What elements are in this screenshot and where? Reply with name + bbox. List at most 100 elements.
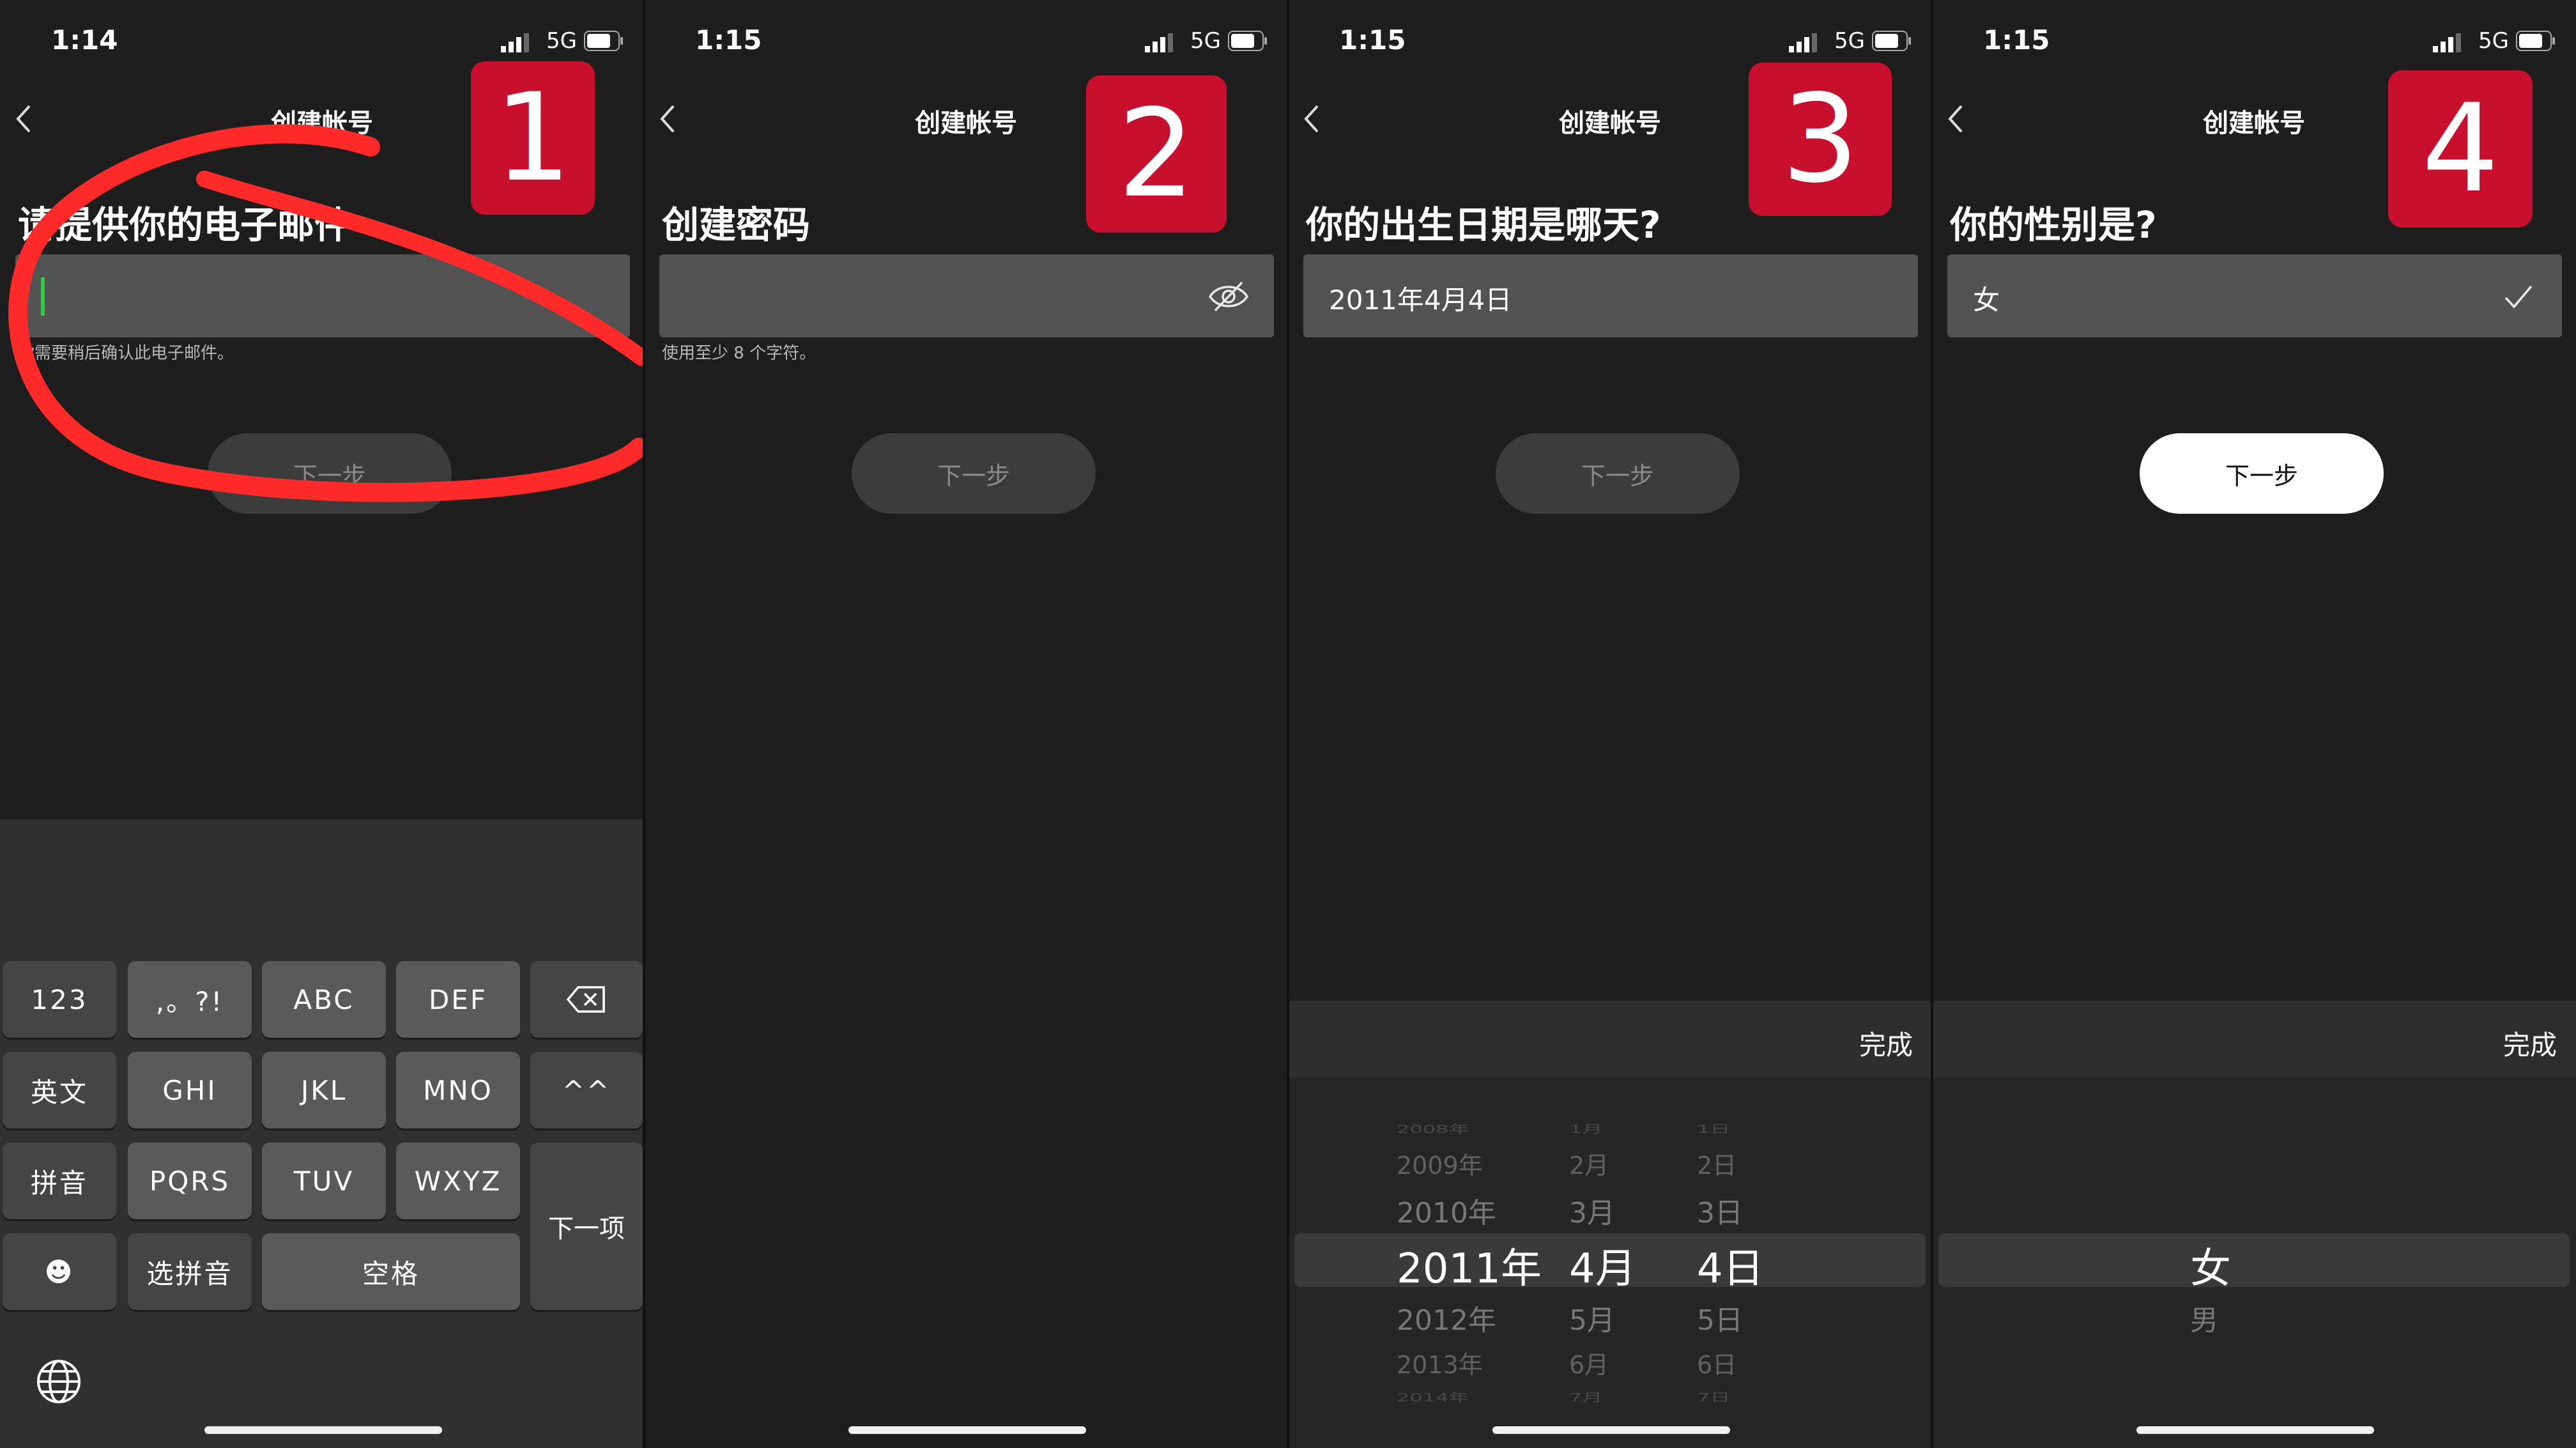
status-bar: 1:15 5G bbox=[1932, 24, 2576, 60]
signal-icon bbox=[2433, 33, 2461, 52]
status-time: 1:15 bbox=[1339, 24, 1406, 56]
day-option[interactable]: 2日 bbox=[1697, 1146, 1736, 1181]
email-hint: 你需要稍后确认此电子邮件。 bbox=[18, 344, 234, 363]
birthdate-value: 2011年4月4日 bbox=[1329, 284, 1512, 316]
day-option[interactable]: 1日 bbox=[1697, 1120, 1730, 1136]
month-option[interactable]: 3月 bbox=[1569, 1190, 1615, 1231]
day-option[interactable]: 4日 bbox=[1697, 1236, 1764, 1295]
status-time: 1:15 bbox=[695, 24, 762, 56]
next-button[interactable]: 下一步 bbox=[1496, 433, 1740, 514]
key-emoji[interactable]: ☻ bbox=[3, 1233, 116, 1310]
eye-slash-icon[interactable] bbox=[1208, 279, 1250, 314]
globe-icon[interactable] bbox=[33, 1356, 84, 1407]
key-mno[interactable]: MNO bbox=[396, 1052, 520, 1128]
question-heading: 你的性别是? bbox=[1950, 203, 2157, 247]
battery-icon bbox=[584, 31, 623, 51]
key-jkl[interactable]: JKL bbox=[262, 1052, 386, 1128]
done-button[interactable]: 完成 bbox=[1859, 1024, 1913, 1063]
gender-input[interactable]: 女 bbox=[1947, 254, 2562, 337]
year-option[interactable]: 2013年 bbox=[1397, 1345, 1483, 1380]
key-abc[interactable]: ABC bbox=[262, 961, 386, 1038]
gender-option[interactable]: 男 bbox=[2190, 1297, 2218, 1338]
key-def[interactable]: DEF bbox=[396, 961, 520, 1038]
key-emoticon[interactable]: ^^ bbox=[530, 1052, 643, 1128]
checkmark-icon bbox=[2504, 285, 2533, 309]
gender-wheel[interactable]: 女男 bbox=[2190, 1001, 2318, 1448]
day-option[interactable]: 3日 bbox=[1697, 1190, 1743, 1231]
key-123[interactable]: 123 bbox=[3, 961, 116, 1038]
next-button[interactable]: 下一步 bbox=[852, 433, 1096, 514]
month-option[interactable]: 6月 bbox=[1569, 1345, 1609, 1380]
month-option[interactable]: 2月 bbox=[1569, 1146, 1609, 1181]
next-button[interactable]: 下一步 bbox=[208, 433, 452, 514]
key-pqrs[interactable]: PQRS bbox=[128, 1143, 252, 1219]
key-delete[interactable] bbox=[530, 961, 643, 1038]
signal-icon bbox=[1145, 33, 1173, 52]
birthdate-input[interactable]: 2011年4月4日 bbox=[1303, 254, 1918, 337]
password-input[interactable] bbox=[659, 254, 1274, 337]
panel-password-step: 1:15 5G 创建帐号 2 创建密码 使用至少 8 个字符。 下一步 bbox=[644, 0, 1288, 1448]
panel-divider bbox=[643, 0, 645, 1448]
signal-icon bbox=[501, 33, 529, 52]
step-badge: 2 bbox=[1086, 75, 1227, 233]
year-wheel[interactable]: 2008年 2009年 2010年 2011年 2012年 2013年 2014年 bbox=[1397, 1001, 1542, 1448]
day-wheel[interactable]: 1日 2日 3日 4日 5日 6日 7日 bbox=[1697, 1001, 1786, 1448]
gender-picker: 完成 女男 bbox=[1932, 1001, 2576, 1448]
signal-icon bbox=[1789, 33, 1817, 52]
ios-keyboard: 123 ,。?! ABC DEF 英文 GHI JKL MNO ^^ 拼音 PQ… bbox=[0, 819, 644, 1448]
panel-email-step: 1:14 5G 创建帐号 1 请提供你的电子邮件 你需要稍后确认此电子邮件。 下… bbox=[0, 0, 644, 1448]
battery-icon bbox=[1228, 31, 1267, 51]
year-option[interactable]: 2010年 bbox=[1397, 1190, 1496, 1231]
password-hint: 使用至少 8 个字符。 bbox=[662, 344, 816, 363]
month-option[interactable]: 7月 bbox=[1569, 1389, 1602, 1405]
gender-option[interactable]: 女 bbox=[2190, 1236, 2231, 1295]
key-space[interactable]: 空格 bbox=[262, 1233, 520, 1310]
year-option[interactable]: 2012年 bbox=[1397, 1297, 1496, 1338]
home-indicator bbox=[848, 1426, 1086, 1434]
question-heading: 创建密码 bbox=[662, 203, 811, 247]
key-punctuation[interactable]: ,。?! bbox=[128, 961, 252, 1038]
key-select-pinyin[interactable]: 选拼音 bbox=[128, 1233, 252, 1310]
panel-divider bbox=[1287, 0, 1289, 1448]
step-badge: 3 bbox=[1749, 63, 1892, 216]
key-pinyin[interactable]: 拼音 bbox=[3, 1143, 116, 1219]
question-heading: 请提供你的电子邮件 bbox=[18, 203, 352, 247]
backspace-icon bbox=[566, 986, 605, 1013]
key-ghi[interactable]: GHI bbox=[128, 1052, 252, 1128]
email-input[interactable] bbox=[15, 254, 630, 337]
done-button[interactable]: 完成 bbox=[2503, 1024, 2557, 1063]
home-indicator bbox=[1492, 1426, 1730, 1434]
step-badge: 4 bbox=[2388, 70, 2533, 227]
battery-icon bbox=[1872, 31, 1911, 51]
step-badge: 1 bbox=[471, 61, 595, 215]
year-option[interactable]: 2009年 bbox=[1397, 1146, 1483, 1181]
day-option[interactable]: 6日 bbox=[1697, 1345, 1736, 1380]
year-option[interactable]: 2014年 bbox=[1397, 1389, 1469, 1405]
panel-gender-step: 1:15 5G 创建帐号 4 你的性别是? 女 下一步 完成 女男 bbox=[1932, 0, 2576, 1448]
battery-icon bbox=[2516, 31, 2555, 51]
key-wxyz[interactable]: WXYZ bbox=[396, 1143, 520, 1219]
panel-birthdate-step: 1:15 5G 创建帐号 3 你的出生日期是哪天? 2011年4月4日 下一步 … bbox=[1288, 0, 1932, 1448]
status-bar: 1:15 5G bbox=[1288, 24, 1932, 60]
year-option[interactable]: 2011年 bbox=[1397, 1236, 1542, 1295]
gender-value: 女 bbox=[1973, 284, 2000, 316]
year-option[interactable]: 2008年 bbox=[1397, 1120, 1469, 1136]
month-option[interactable]: 5月 bbox=[1569, 1297, 1615, 1338]
status-bar: 1:14 5G bbox=[0, 24, 644, 60]
key-tuv[interactable]: TUV bbox=[262, 1143, 386, 1219]
network-label: 5G bbox=[1190, 28, 1221, 54]
day-option[interactable]: 5日 bbox=[1697, 1297, 1743, 1338]
key-english[interactable]: 英文 bbox=[3, 1052, 116, 1128]
network-label: 5G bbox=[546, 28, 577, 54]
network-label: 5G bbox=[1834, 28, 1865, 54]
month-wheel[interactable]: 1月 2月 3月 4月 5月 6月 7月 bbox=[1569, 1001, 1659, 1448]
day-option[interactable]: 7日 bbox=[1697, 1389, 1730, 1405]
month-option[interactable]: 4月 bbox=[1569, 1236, 1636, 1295]
panel-divider bbox=[1931, 0, 1933, 1448]
key-next-item[interactable]: 下一项 bbox=[530, 1143, 643, 1310]
status-time: 1:15 bbox=[1983, 24, 2050, 56]
home-indicator bbox=[2136, 1426, 2374, 1434]
next-button[interactable]: 下一步 bbox=[2140, 433, 2384, 514]
date-picker: 完成 2008年 2009年 2010年 2011年 2012年 2013年 2014年 1… bbox=[1288, 1001, 1932, 1448]
month-option[interactable]: 1月 bbox=[1569, 1120, 1602, 1136]
